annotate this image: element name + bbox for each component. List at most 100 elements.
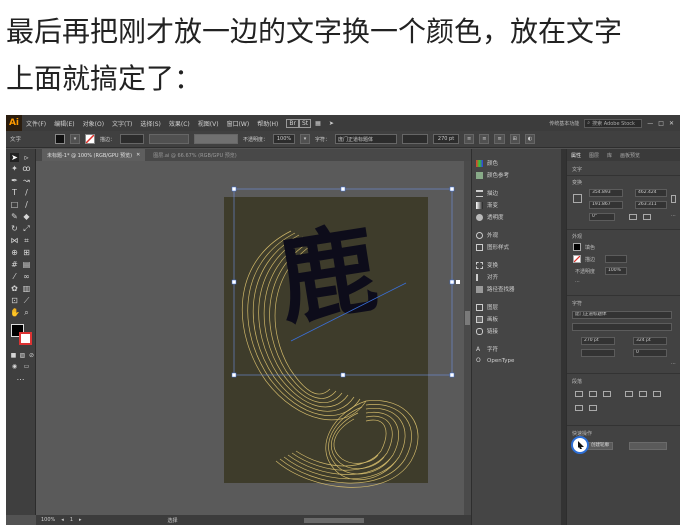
bridge-icon[interactable]: Br	[286, 118, 299, 128]
justify-left-icon[interactable]	[625, 391, 633, 397]
tab-libraries[interactable]: 库	[607, 152, 612, 159]
align-center-icon[interactable]: ≡	[479, 134, 490, 144]
font-family-field[interactable]: 庞门正道标题体	[335, 134, 398, 144]
edit-toolbar-icon[interactable]: ⋯	[16, 375, 25, 384]
font-family-field[interactable]: 庞门正道标题体	[572, 311, 672, 319]
menu-select[interactable]: 选择(S)	[136, 119, 165, 128]
paragraph-option-1-icon[interactable]	[575, 405, 583, 411]
maximize-icon[interactable]: □	[658, 120, 664, 127]
next-artboard-icon[interactable]: ▸	[79, 517, 82, 523]
type-tool-icon[interactable]: T	[10, 188, 19, 197]
recolor-icon[interactable]: ◐	[524, 134, 536, 144]
vertical-scrollbar[interactable]	[464, 161, 471, 515]
panel-appearance[interactable]: 外观	[476, 231, 498, 239]
shaper-tool-icon[interactable]: ✎	[10, 212, 19, 221]
document-tab-active[interactable]: 未标题-1* @ 100% (RGB/GPU 预览) ✕	[42, 149, 146, 161]
mesh-tool-icon[interactable]: #	[10, 260, 19, 269]
canvas-area[interactable]: 鹿	[36, 161, 471, 515]
opacity-field[interactable]: 100%	[273, 134, 296, 144]
flip-horizontal-icon[interactable]	[629, 214, 637, 220]
panel-gradient[interactable]: 渐变	[476, 201, 498, 209]
paragraph-option-2-icon[interactable]	[589, 405, 597, 411]
document-tab-inactive[interactable]: 图层.ai @ 66.67% (RGB/GPU 预览)	[153, 152, 236, 159]
opacity-field[interactable]: 100%	[605, 267, 627, 275]
close-icon[interactable]: ✕	[669, 120, 674, 127]
variable-width-field[interactable]	[149, 134, 190, 144]
reference-point-icon[interactable]	[573, 194, 582, 203]
panel-stroke[interactable]: 描边	[476, 189, 498, 197]
blend-tool-icon[interactable]: ∞	[22, 272, 31, 281]
perspective-grid-tool-icon[interactable]: ⊞	[22, 248, 31, 257]
brush-definition-field[interactable]	[194, 134, 239, 144]
stroke-weight-field[interactable]	[120, 134, 145, 144]
stock-search-input[interactable]: ⌕ 搜索 Adobe Stock	[584, 118, 643, 128]
tab-artboard-preview[interactable]: 画板预览	[620, 152, 640, 159]
gradient-tool-icon[interactable]: ▤	[22, 260, 31, 269]
menu-type[interactable]: 文字(T)	[108, 119, 136, 128]
stroke-weight-field[interactable]	[605, 255, 627, 263]
fill-dropdown-icon[interactable]: ▾	[70, 134, 80, 144]
quick-action-button-2[interactable]	[629, 442, 667, 450]
tab-properties[interactable]: 属性	[571, 152, 581, 159]
shape-builder-tool-icon[interactable]: ⊕	[10, 248, 19, 257]
transform-icon[interactable]: ⊞	[509, 134, 520, 144]
character-more-icon[interactable]: ⋯	[671, 361, 676, 367]
free-transform-tool-icon[interactable]: ⌗	[22, 236, 31, 245]
menu-edit[interactable]: 编辑(E)	[50, 119, 78, 128]
tracking-field[interactable]	[581, 349, 615, 357]
constrain-proportions-icon[interactable]	[671, 195, 676, 203]
font-style-field[interactable]	[402, 134, 429, 144]
height-field[interactable]: 263.311	[635, 201, 667, 209]
paragraph-align-right-icon[interactable]	[603, 391, 611, 397]
symbol-sprayer-tool-icon[interactable]: ✿	[10, 284, 19, 293]
font-style-field[interactable]	[572, 323, 672, 331]
tab-layers[interactable]: 图层	[589, 152, 599, 159]
artboard-tool-icon[interactable]: ⊡	[10, 296, 19, 305]
panel-pathfinder[interactable]: 路径查找器	[476, 285, 515, 293]
share-icon[interactable]: ➤	[325, 120, 338, 127]
panel-character[interactable]: A 字符	[476, 345, 498, 354]
magic-wand-tool-icon[interactable]: ✦	[10, 164, 19, 173]
menu-window[interactable]: 窗口(W)	[223, 119, 254, 128]
panel-graphic-styles[interactable]: 图形样式	[476, 243, 509, 251]
pen-tool-icon[interactable]: ✒	[10, 176, 19, 185]
zoom-tool-icon[interactable]: ⌕	[22, 308, 31, 317]
align-right-icon[interactable]: ≡	[494, 134, 505, 144]
stroke-color-chip[interactable]	[573, 255, 581, 263]
panel-artboards[interactable]: 画板	[476, 315, 498, 323]
fill-swatch[interactable]	[55, 134, 65, 144]
style-dropdown-icon[interactable]: ▾	[300, 134, 311, 144]
justify-center-icon[interactable]	[639, 391, 647, 397]
panel-layers[interactable]: 图层	[476, 303, 498, 311]
panel-transform[interactable]: 变换	[476, 261, 498, 269]
font-size-field[interactable]: 270 pt	[581, 337, 615, 345]
curvature-tool-icon[interactable]: ↝	[22, 176, 31, 185]
column-graph-tool-icon[interactable]: ▥	[22, 284, 31, 293]
stroke-swatch[interactable]	[85, 134, 95, 144]
screen-mode-icon[interactable]: ▭	[22, 362, 31, 371]
minimize-icon[interactable]: —	[647, 120, 653, 127]
arrange-docs-icon[interactable]: ▦	[311, 120, 325, 127]
flip-vertical-icon[interactable]	[643, 214, 651, 220]
stock-icon[interactable]: St	[298, 118, 312, 128]
gradient-mode-icon[interactable]: ▨	[18, 351, 27, 360]
line-tool-icon[interactable]: /	[22, 188, 31, 197]
y-field[interactable]: 191.867	[589, 201, 623, 209]
menu-help[interactable]: 帮助(H)	[253, 119, 282, 128]
font-size-field[interactable]: 270 pt	[433, 134, 460, 144]
draw-mode-icon[interactable]: ◉	[10, 362, 19, 371]
fill-color-chip[interactable]	[573, 243, 581, 251]
prev-artboard-icon[interactable]: ◂	[61, 517, 64, 523]
align-left-icon[interactable]: ≡	[464, 134, 475, 144]
panel-color[interactable]: 颜色	[476, 159, 498, 167]
horizontal-scroll-thumb[interactable]	[303, 517, 364, 523]
paintbrush-tool-icon[interactable]: ∕	[22, 200, 31, 209]
paragraph-align-left-icon[interactable]	[575, 391, 583, 397]
appearance-more-icon[interactable]: ⋯	[575, 279, 580, 285]
panel-opentype[interactable]: O OpenType	[476, 357, 514, 364]
eyedropper-tool-icon[interactable]: ⁄	[10, 272, 19, 281]
panel-transparency[interactable]: 透明度	[476, 213, 504, 221]
x-field[interactable]: 354.893	[589, 189, 623, 197]
create-outlines-button[interactable]: 创建轮廓	[587, 442, 613, 450]
width-field[interactable]: 462.424	[635, 189, 667, 197]
